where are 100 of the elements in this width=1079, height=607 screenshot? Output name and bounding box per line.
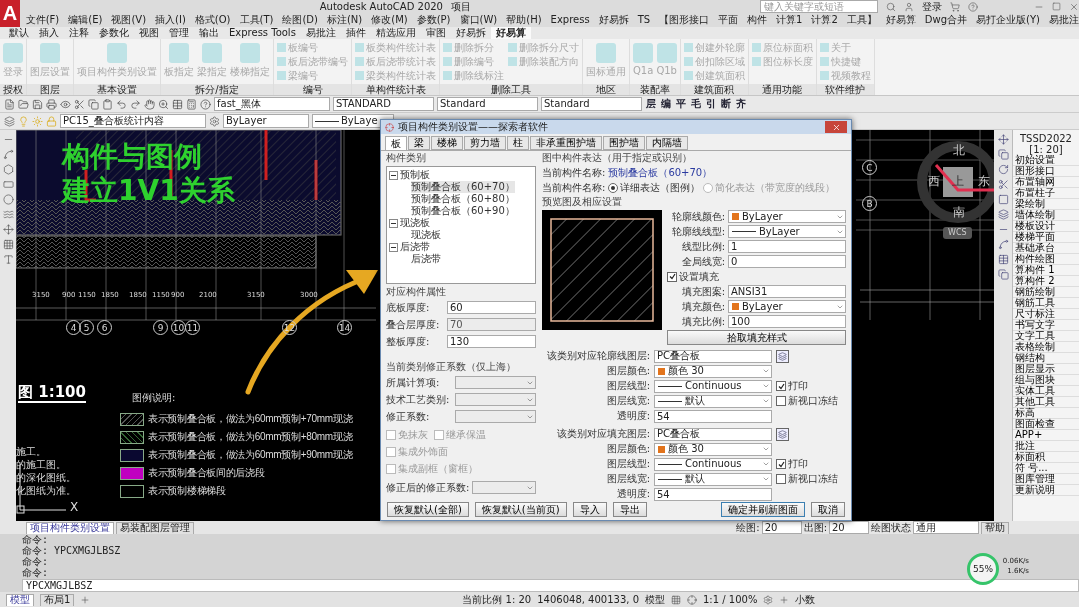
palette-item[interactable]: 实体工具 [1013, 386, 1079, 397]
ribbon-tab[interactable]: 管理 [164, 27, 194, 39]
scale-dropdown[interactable]: 20 [761, 521, 802, 534]
tree-item[interactable]: 预制板 [389, 169, 533, 181]
redo-icon[interactable] [130, 98, 141, 110]
dialog-button[interactable]: 导入 [572, 502, 607, 517]
menu-item[interactable]: 文件(F) [25, 14, 60, 26]
dropdown[interactable]: 默认 [654, 394, 772, 408]
save-icon[interactable] [32, 98, 43, 110]
checkbox[interactable]: 打印 [776, 379, 846, 393]
input-field[interactable]: 60 [447, 301, 536, 314]
ribbon-tab[interactable]: 视图 [134, 27, 164, 39]
menu-item[interactable]: 工具(T) [239, 14, 274, 26]
table-icon[interactable] [172, 98, 183, 110]
palette-item[interactable]: 书写文字 [1013, 320, 1079, 331]
input-field[interactable]: 130 [447, 335, 536, 348]
palette-item[interactable]: 标高 [1013, 408, 1079, 419]
ucs-button[interactable]: WCS [943, 227, 972, 239]
ribbon-tab[interactable]: 插入 [34, 27, 64, 39]
tree-expander[interactable] [389, 242, 398, 252]
menu-item[interactable]: 视图(V) [111, 14, 147, 26]
close-button[interactable] [825, 121, 847, 133]
ribbon-tab[interactable]: 默认 [4, 27, 34, 39]
palette-item[interactable]: 初始设置 [1013, 155, 1079, 166]
dropdown[interactable]: ByLayer [728, 300, 846, 313]
palette-item[interactable]: 钢筋工具 [1013, 298, 1079, 309]
print-icon[interactable] [46, 98, 57, 110]
dialog-tab[interactable]: 柱 [507, 136, 529, 150]
palette-item[interactable]: 构件绘图 [1013, 254, 1079, 265]
text-tool-button[interactable]: 编 [660, 97, 672, 111]
table-style-dropdown[interactable]: Standard [541, 97, 642, 111]
menu-item[interactable]: 易打企业版(Y) [976, 14, 1040, 26]
app-logo[interactable]: A [0, 0, 20, 27]
ribbon-tab[interactable]: 精选应用 [370, 27, 421, 39]
cut-icon[interactable] [74, 98, 85, 110]
menu-item[interactable]: 平面 [718, 14, 739, 26]
menu-item[interactable]: Express [550, 14, 590, 26]
text-tool-button[interactable]: 毛 [690, 97, 702, 111]
dialog-tab[interactable]: 剪力墙 [464, 136, 506, 150]
tree-item[interactable]: 后浇带 [389, 241, 533, 253]
palette-item[interactable]: 墙体绘制 [1013, 210, 1079, 221]
dropdown[interactable]: ByLayer [728, 210, 846, 223]
dialog-tab[interactable]: 板 [385, 136, 407, 150]
palette-item[interactable]: 布置柱子 [1013, 188, 1079, 199]
checkbox[interactable]: 新视口冻结 [776, 472, 846, 486]
layout-tab[interactable]: 布局1 [40, 593, 75, 606]
pick-layer-button[interactable] [776, 427, 789, 441]
palette-item[interactable]: 算构件 2 [1013, 276, 1079, 287]
help-icon[interactable] [200, 98, 211, 110]
ribbon-tab[interactable]: 输出 [194, 27, 224, 39]
menu-item[interactable]: 【图形接口 [659, 14, 710, 26]
linetype-dropdown[interactable]: ByLaye [312, 114, 394, 128]
input-field[interactable]: ANSI31 [728, 285, 846, 298]
menu-item[interactable]: 参数(P) [416, 14, 451, 26]
input-field[interactable]: PC叠合板 [654, 349, 772, 363]
menu-item[interactable]: Dwg合并 [924, 14, 968, 26]
palette-item[interactable]: 梁绘制 [1013, 199, 1079, 210]
tree-item[interactable]: 现浇板 [389, 217, 533, 229]
input-field[interactable]: 0 [728, 255, 846, 268]
palette-item[interactable]: 表格绘制 [1013, 342, 1079, 353]
color-dropdown[interactable]: ByLayer [223, 114, 309, 128]
palette-item[interactable]: 其他工具 [1013, 397, 1079, 408]
menu-item[interactable]: 格式(O) [194, 14, 231, 26]
palette-item[interactable]: 标面积 [1013, 452, 1079, 463]
dialog-tab[interactable]: 非承重围护墙 [530, 136, 602, 150]
menu-item[interactable]: 好易算 [885, 14, 916, 26]
dialog-button[interactable]: 恢复默认(当前页) [474, 502, 567, 517]
scale-dropdown[interactable]: 通用 [913, 521, 979, 534]
text-tool-button[interactable]: 断 [720, 97, 732, 111]
annotation-scale[interactable]: 1:1 / 100% [703, 593, 758, 606]
ribbon-tab[interactable]: 插件 [340, 27, 371, 39]
checkbox[interactable]: 新视口冻结 [776, 394, 846, 408]
palette-item[interactable]: 更新说明 [1013, 485, 1079, 496]
units-dropdown[interactable]: 小数 [795, 593, 816, 606]
pick-layer-button[interactable] [776, 349, 789, 363]
dropdown[interactable] [455, 393, 536, 406]
tree-item[interactable]: 预制叠合板（60+80） [389, 193, 533, 205]
menu-item[interactable]: 编辑(E) [68, 14, 103, 26]
text-tool-button[interactable]: 平 [675, 97, 687, 111]
dialog-tab[interactable]: 楼梯 [431, 136, 463, 150]
palette-item[interactable]: 钢结构 [1013, 353, 1079, 364]
ribbon-tab[interactable]: 参数化 [94, 27, 134, 39]
ribbon-tab[interactable]: Express Tools [224, 27, 301, 39]
tree-expander[interactable] [389, 218, 398, 228]
dialog-tab[interactable]: 内隔墙 [646, 136, 688, 150]
layer-dropdown[interactable]: PC15_叠合板统计内容 [60, 114, 206, 128]
dropdown[interactable] [472, 481, 536, 494]
palette-item[interactable]: 楼板设计 [1013, 221, 1079, 232]
dialog-tab[interactable]: 梁 [408, 136, 430, 150]
space-button[interactable]: 模型 [645, 593, 665, 606]
preview-icon[interactable] [60, 98, 71, 110]
palette-item[interactable]: 图形接口 [1013, 166, 1079, 177]
command-input[interactable]: YPCXMGJLBSZ [22, 579, 1079, 592]
menu-item[interactable]: 修改(M) [371, 14, 408, 26]
menu-item[interactable]: 工具】 [846, 14, 877, 26]
dropdown[interactable] [455, 410, 536, 423]
checkbox[interactable]: 打印 [776, 457, 846, 471]
palette-item[interactable]: 符 号... [1013, 463, 1079, 474]
input-field[interactable]: 100 [728, 315, 846, 328]
palette-item[interactable]: 楼梯平面 [1013, 232, 1079, 243]
